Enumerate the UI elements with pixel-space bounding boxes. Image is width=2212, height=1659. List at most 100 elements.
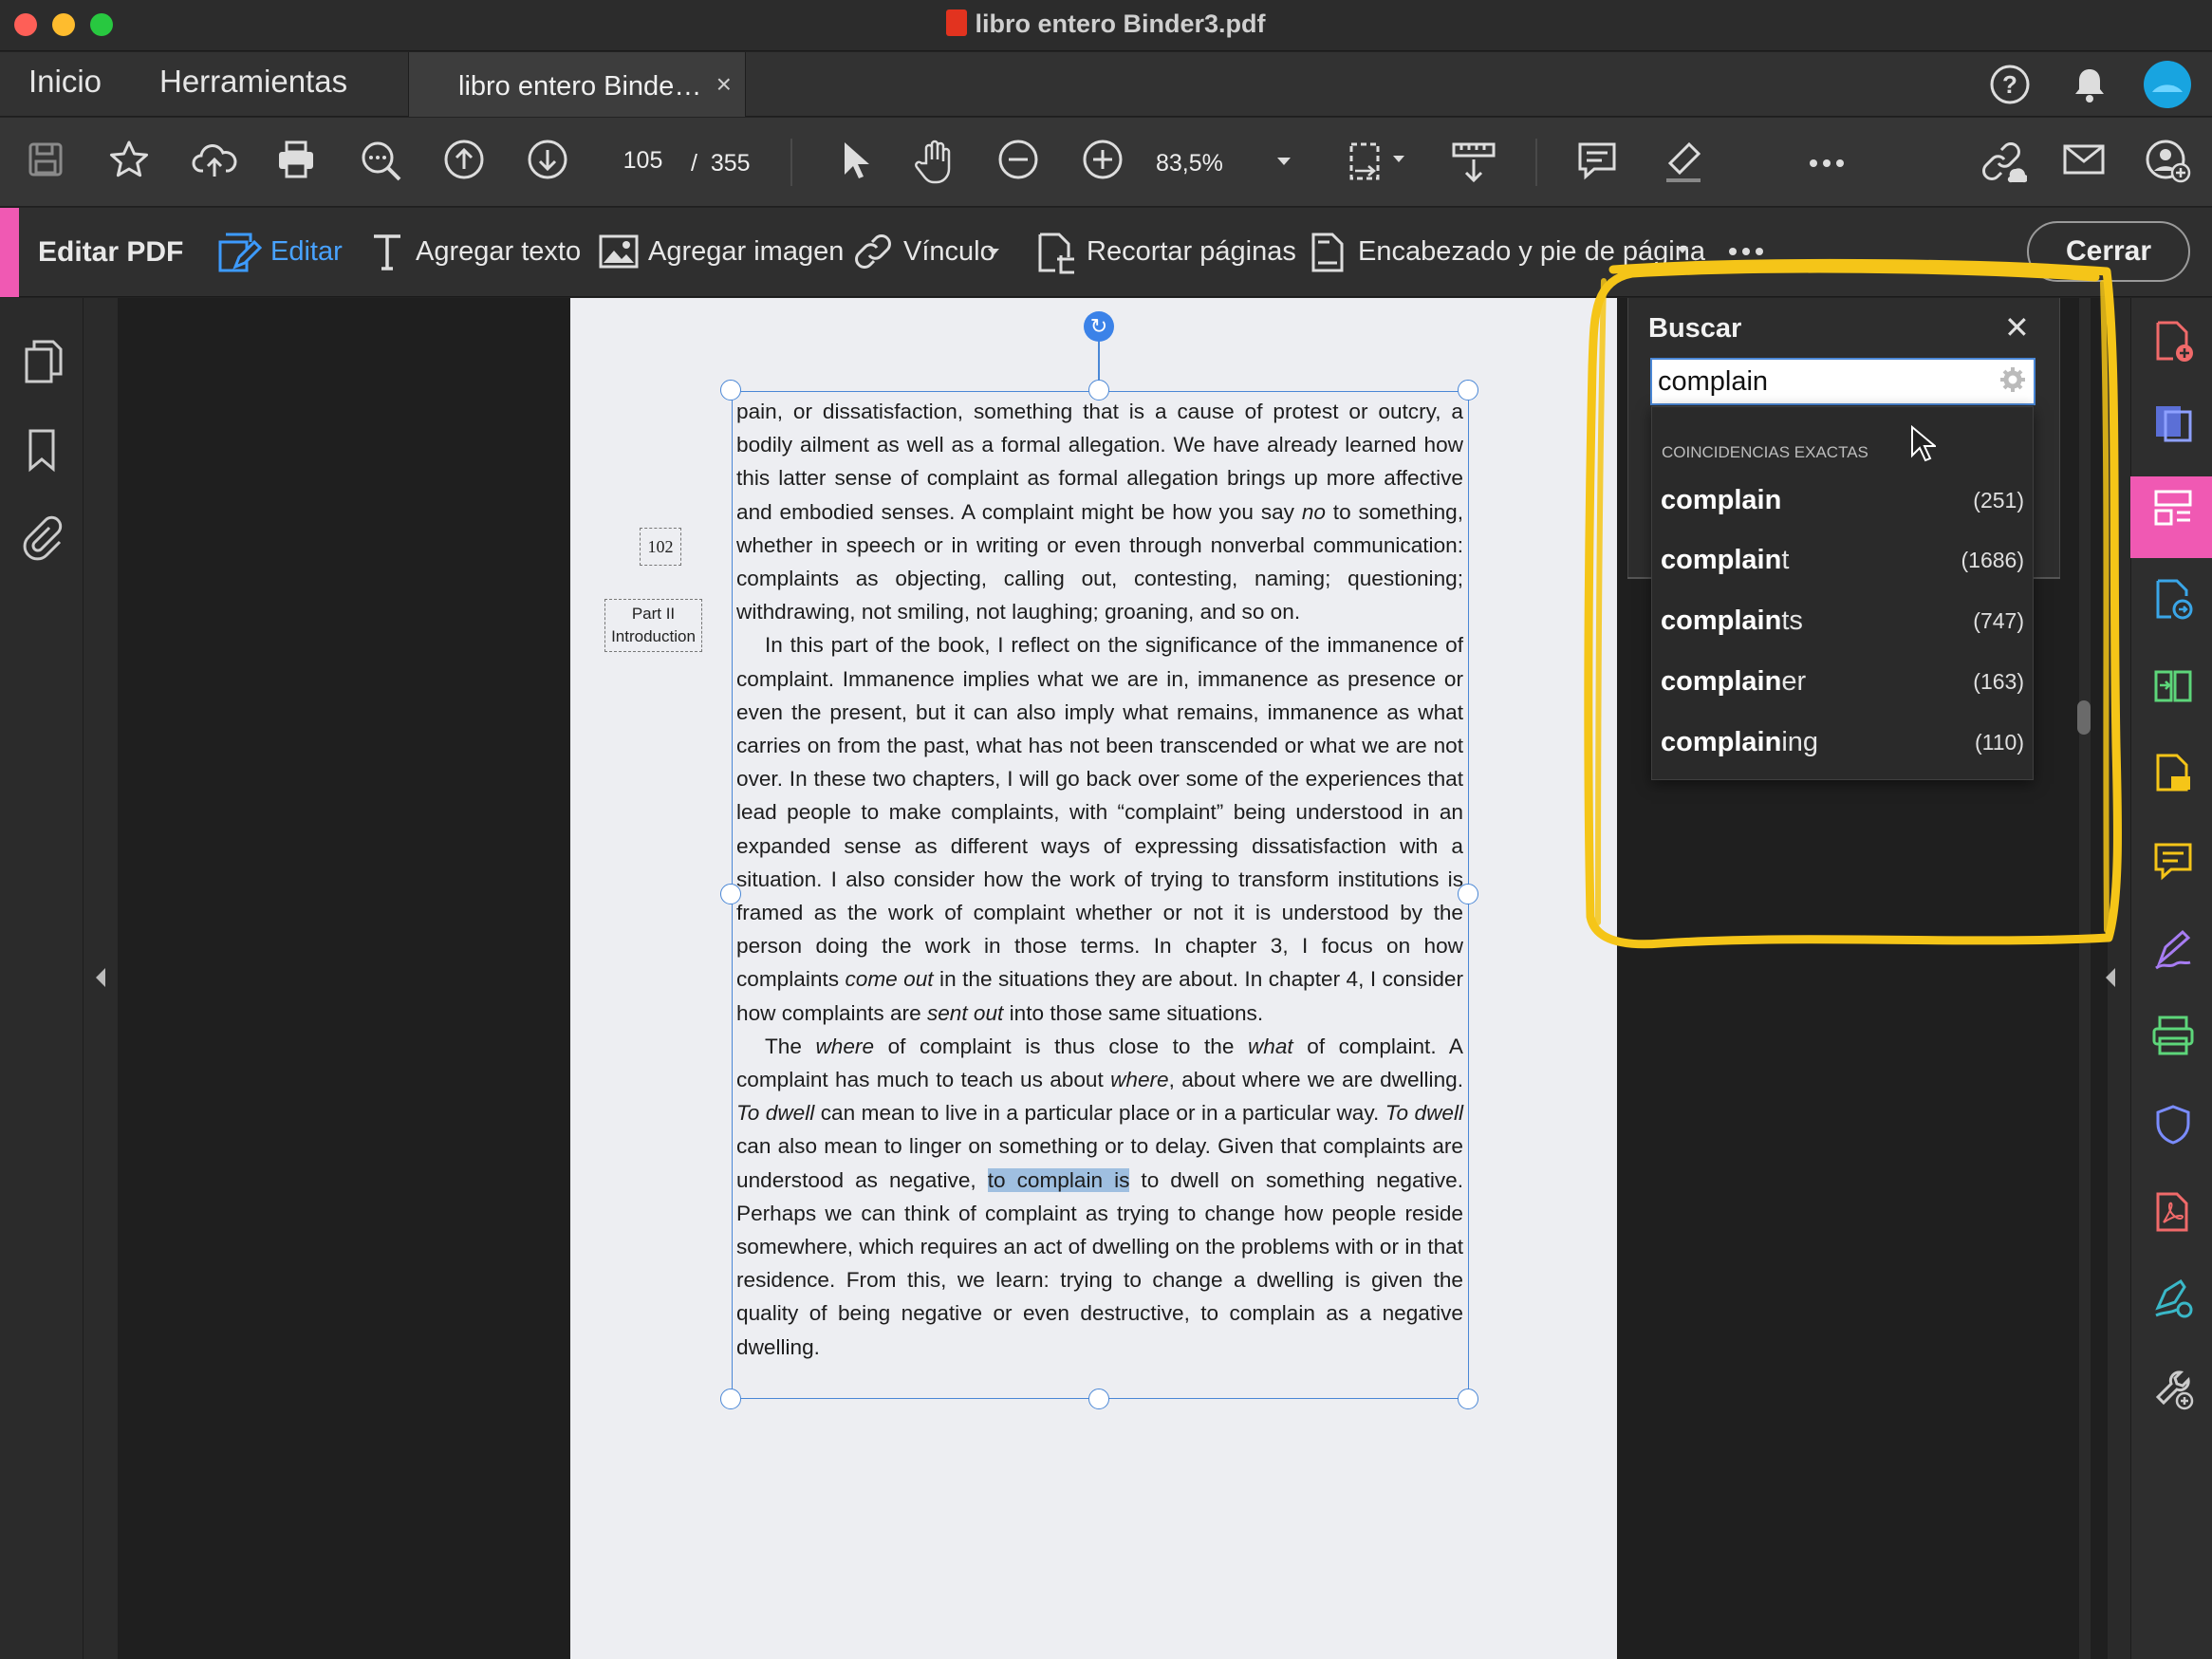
page-thumbnails-icon[interactable] xyxy=(23,338,65,385)
acrobat-pdf-icon[interactable] xyxy=(2152,1190,2194,1234)
cloud-upload-icon[interactable] xyxy=(192,139,237,180)
comment-tool-icon[interactable] xyxy=(2152,839,2194,883)
accent-strip xyxy=(0,208,19,297)
crop-pages-button[interactable]: Recortar páginas xyxy=(1087,236,1296,268)
svg-text:?: ? xyxy=(2002,70,2017,99)
running-head-section: Introduction xyxy=(611,627,696,645)
yellow-annotation-outline xyxy=(1575,252,2137,955)
text-run: of complaint is thus close to the xyxy=(874,1034,1248,1058)
export-pdf-icon[interactable] xyxy=(2152,401,2194,444)
organize-pages-icon[interactable] xyxy=(2152,664,2194,708)
add-image-button[interactable]: Agregar imagen xyxy=(648,236,844,268)
link-icon[interactable] xyxy=(852,231,894,272)
scan-ocr-icon[interactable] xyxy=(2152,1014,2194,1057)
request-signature-icon[interactable] xyxy=(2152,752,2194,795)
crop-pages-icon[interactable] xyxy=(1034,231,1076,276)
share-link-icon[interactable] xyxy=(1978,139,2027,184)
resize-handle-bottom[interactable] xyxy=(1088,1389,1109,1409)
tab-document[interactable]: libro entero Binde… × xyxy=(408,52,746,117)
tab-home[interactable]: Inicio xyxy=(28,64,102,100)
resize-handle-bottom-left[interactable] xyxy=(720,1389,741,1409)
print-icon[interactable] xyxy=(275,139,317,180)
email-icon[interactable] xyxy=(2061,139,2107,180)
select-cursor-icon[interactable] xyxy=(835,139,873,180)
header-footer-icon[interactable] xyxy=(1310,231,1346,274)
page-number-label[interactable]: 102 xyxy=(640,528,681,566)
avatar[interactable] xyxy=(2143,60,2192,109)
text-run: In this part of the book, I reflect on t… xyxy=(736,633,1463,992)
paragraph-1: pain, or dissatisfaction, something that… xyxy=(736,395,1463,628)
highlighter-icon[interactable] xyxy=(1661,139,1706,184)
help-icon[interactable]: ? xyxy=(1989,64,2031,105)
page-separator: / xyxy=(691,150,697,177)
zoom-out-icon[interactable] xyxy=(997,139,1039,180)
zoom-in-icon[interactable] xyxy=(1082,139,1124,180)
emphasis: come out xyxy=(845,967,934,992)
running-head[interactable]: Part II Introduction xyxy=(604,599,702,652)
save-icon[interactable] xyxy=(25,139,66,180)
emphasis: no xyxy=(1301,499,1326,524)
text-run: The xyxy=(765,1034,816,1058)
toolbar-divider xyxy=(1535,139,1537,186)
fit-page-icon[interactable] xyxy=(1346,139,1410,184)
edit-icon[interactable] xyxy=(216,231,262,276)
zoom-dropdown-icon[interactable] xyxy=(1275,156,1292,167)
attachment-icon[interactable] xyxy=(21,514,63,562)
tab-bar: Inicio Herramientas libro entero Binde… … xyxy=(0,52,2212,117)
emphasis: To dwell xyxy=(736,1101,815,1126)
zoom-level[interactable]: 83,5% xyxy=(1156,150,1223,177)
collapse-left-panel-icon[interactable] xyxy=(93,966,108,989)
hand-icon[interactable] xyxy=(913,139,958,184)
fill-sign-icon[interactable] xyxy=(2152,926,2194,970)
edit-pdf-tool-icon[interactable] xyxy=(2152,486,2194,530)
link-button[interactable]: Vínculo xyxy=(903,236,995,268)
emphasis: where xyxy=(815,1034,875,1058)
text-run: can mean to live in a particular place o… xyxy=(814,1101,1385,1126)
paragraph-2: In this part of the book, I reflect on t… xyxy=(736,628,1463,1029)
main-toolbar: 105 / 355 83,5% xyxy=(0,118,2212,207)
convert-pdf-icon[interactable] xyxy=(2152,577,2194,621)
emphasis: what xyxy=(1247,1034,1293,1058)
tab-document-label: libro entero Binde… xyxy=(458,71,702,102)
page-total-value: 355 xyxy=(710,150,751,177)
add-text-button[interactable]: Agregar texto xyxy=(416,236,581,268)
link-dropdown-icon[interactable] xyxy=(987,248,1000,257)
paragraph-3: The where of complaint is thus close to … xyxy=(736,1030,1463,1364)
certificates-icon[interactable] xyxy=(2152,1277,2194,1321)
bookmark-icon[interactable] xyxy=(25,427,59,473)
tab-tools[interactable]: Herramientas xyxy=(159,64,347,100)
emphasis: sent out xyxy=(926,1000,1004,1025)
page-total: / 355 xyxy=(691,150,751,177)
create-pdf-icon[interactable] xyxy=(2152,319,2194,363)
pdf-file-icon xyxy=(946,9,968,36)
collapse-right-panel-icon[interactable] xyxy=(2103,966,2118,989)
search-match-highlight[interactable]: to complain is xyxy=(987,1167,1130,1192)
window-title: libro entero Binder3.pdf xyxy=(0,9,2212,39)
resize-handle-bottom-right[interactable] xyxy=(1458,1389,1478,1409)
search-zoom-icon[interactable] xyxy=(359,139,404,184)
edit-pdf-title: Editar PDF xyxy=(38,236,184,268)
edit-button[interactable]: Editar xyxy=(270,236,343,268)
text-run: to dwell on something negative. Perhaps … xyxy=(736,1167,1463,1359)
protect-shield-icon[interactable] xyxy=(2152,1103,2194,1146)
rotate-handle-icon[interactable]: ↻ xyxy=(1084,311,1114,342)
comment-icon[interactable] xyxy=(1575,139,1619,182)
toolbar-divider xyxy=(790,139,792,186)
bell-icon[interactable] xyxy=(2069,64,2110,105)
text-run: into those same situations. xyxy=(1003,1000,1264,1025)
image-icon[interactable] xyxy=(598,231,640,272)
emphasis: To dwell xyxy=(1385,1101,1463,1126)
tab-close-button[interactable]: × xyxy=(716,69,732,100)
star-icon[interactable] xyxy=(108,139,150,180)
add-user-icon[interactable] xyxy=(2145,139,2192,184)
page-up-icon[interactable] xyxy=(443,139,485,180)
more-options-icon[interactable] xyxy=(1808,158,1846,169)
window-title-text: libro entero Binder3.pdf xyxy=(975,9,1266,38)
page-down-icon[interactable] xyxy=(527,139,568,180)
left-navigation-rail xyxy=(0,298,84,1659)
more-tools-icon[interactable] xyxy=(2152,1367,2194,1410)
measure-icon[interactable] xyxy=(1450,139,1497,186)
text-tool-icon[interactable] xyxy=(370,231,404,272)
page-number-input[interactable]: 105 xyxy=(603,137,683,184)
body-text[interactable]: pain, or dissatisfaction, something that… xyxy=(736,395,1463,1364)
